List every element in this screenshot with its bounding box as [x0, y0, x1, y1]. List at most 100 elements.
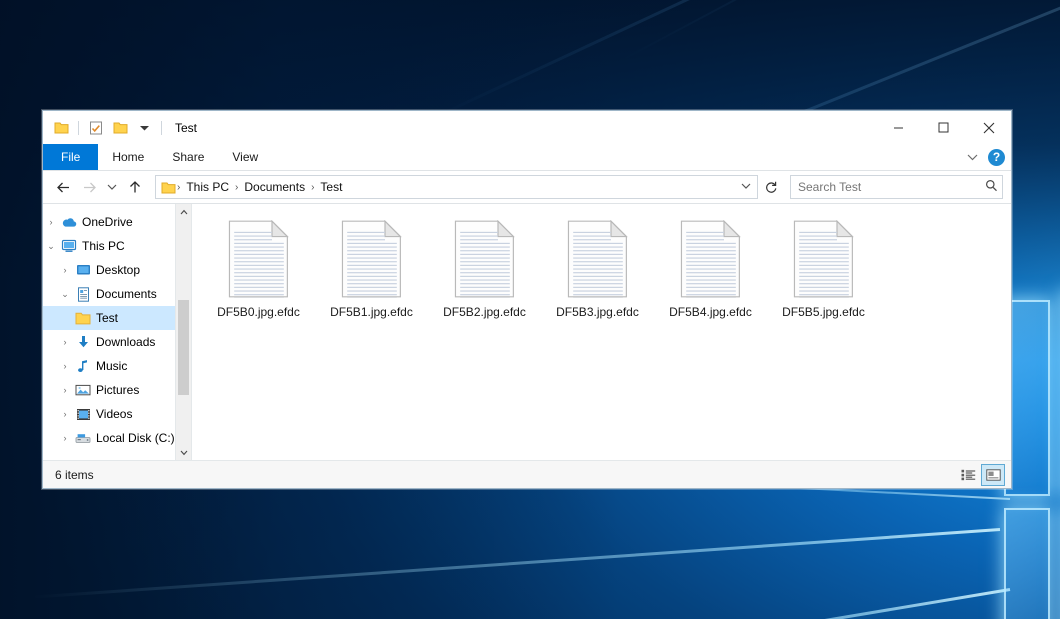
file-list-area[interactable]: DF5B0.jpg.efdc DF5B1.jpg.efdc DF5B2.jpg.ef…: [192, 204, 1011, 460]
search-placeholder: Search Test: [798, 180, 985, 194]
chevron-right-icon[interactable]: ›: [57, 361, 73, 371]
file-name-label: DF5B4.jpg.efdc: [669, 305, 752, 319]
file-name-label: DF5B0.jpg.efdc: [217, 305, 300, 319]
windows-logo-pane: [1004, 508, 1050, 619]
sidebar-item-downloads[interactable]: › Downloads: [43, 330, 191, 354]
file-item[interactable]: DF5B2.jpg.efdc: [428, 218, 541, 319]
large-icons-view-button[interactable]: [981, 464, 1005, 486]
sidebar-item-local-disk-c[interactable]: › Local Disk (C:): [43, 426, 191, 450]
toolbar-separator: [78, 121, 79, 135]
generic-document-icon: [567, 220, 629, 298]
scrollbar-thumb[interactable]: [178, 300, 189, 395]
tab-file[interactable]: File: [43, 144, 98, 170]
sidebar-item-this-pc[interactable]: ⌄ This PC: [43, 234, 191, 258]
generic-document-icon: [680, 220, 742, 298]
music-note-icon: [73, 359, 93, 373]
desktop-monitor-icon: [73, 264, 93, 276]
sidebar-item-label: Documents: [93, 287, 157, 301]
file-item[interactable]: DF5B4.jpg.efdc: [654, 218, 767, 319]
sidebar-item-test[interactable]: Test: [43, 306, 191, 330]
chevron-down-icon[interactable]: [134, 118, 154, 138]
file-item[interactable]: DF5B5.jpg.efdc: [767, 218, 880, 319]
sidebar-item-desktop[interactable]: › Desktop: [43, 258, 191, 282]
navigation-pane-scrollbar[interactable]: [175, 204, 191, 460]
window-title: Test: [175, 121, 197, 135]
folder-icon[interactable]: [51, 118, 71, 138]
ribbon-right-controls: ?: [967, 144, 1005, 170]
file-grid: DF5B0.jpg.efdc DF5B1.jpg.efdc DF5B2.jpg.ef…: [202, 218, 1011, 319]
chevron-right-icon[interactable]: ›: [57, 265, 73, 275]
chevron-right-icon[interactable]: ›: [57, 409, 73, 419]
new-folder-icon[interactable]: [110, 118, 130, 138]
title-bar: Test: [43, 111, 1011, 144]
maximize-button[interactable]: [921, 111, 966, 144]
sidebar-item-label: Desktop: [93, 263, 140, 277]
hard-disk-icon: [73, 432, 93, 444]
breadcrumb-item-test[interactable]: Test: [315, 180, 347, 194]
sidebar-item-label: Music: [93, 359, 127, 373]
downloads-arrow-icon: [73, 335, 93, 349]
properties-checkbox-icon[interactable]: [86, 118, 106, 138]
toolbar-separator: [161, 121, 162, 135]
ribbon-tab-bar: File Home Share View ?: [43, 144, 1011, 171]
documents-icon: [73, 287, 93, 302]
status-bar: 6 items: [43, 460, 1011, 488]
pictures-icon: [73, 384, 93, 396]
generic-document-icon: [454, 220, 516, 298]
this-pc-monitor-icon: [59, 239, 79, 253]
chevron-down-icon[interactable]: ⌄: [43, 241, 59, 252]
sidebar-item-music[interactable]: › Music: [43, 354, 191, 378]
quick-access-toolbar: [43, 118, 165, 138]
sidebar-item-videos[interactable]: › Videos: [43, 402, 191, 426]
minimize-button[interactable]: [876, 111, 921, 144]
window-body: › OneDrive ⌄ This PC: [43, 203, 1011, 460]
file-explorer-window: Test File Home Share View ?: [42, 110, 1012, 489]
tab-home[interactable]: Home: [98, 144, 158, 170]
sidebar-item-documents[interactable]: ⌄ Documents: [43, 282, 191, 306]
scroll-down-button[interactable]: [176, 445, 191, 460]
address-bar: › This PC › Documents › Test Search Test: [43, 171, 1011, 203]
details-view-button[interactable]: [957, 465, 979, 485]
chevron-right-icon[interactable]: ›: [57, 337, 73, 347]
refresh-button[interactable]: [760, 176, 782, 198]
sidebar-item-pictures[interactable]: › Pictures: [43, 378, 191, 402]
sidebar-item-label: Videos: [93, 407, 132, 421]
chevron-down-icon[interactable]: ⌄: [57, 289, 73, 300]
file-item[interactable]: DF5B3.jpg.efdc: [541, 218, 654, 319]
close-button[interactable]: [966, 111, 1011, 144]
breadcrumb-item-documents[interactable]: Documents: [239, 180, 310, 194]
scrollbar-track[interactable]: [176, 219, 191, 445]
item-count-label: 6 items: [55, 468, 94, 482]
onedrive-cloud-icon: [59, 216, 79, 228]
up-button[interactable]: [123, 175, 147, 199]
chevron-right-icon[interactable]: ›: [57, 385, 73, 395]
forward-button[interactable]: [77, 175, 101, 199]
generic-document-icon: [228, 220, 290, 298]
chevron-right-icon[interactable]: ›: [43, 217, 59, 227]
chevron-down-icon[interactable]: [967, 150, 978, 164]
recent-locations-button[interactable]: [103, 175, 121, 199]
help-icon[interactable]: ?: [988, 149, 1005, 166]
generic-document-icon: [341, 220, 403, 298]
window-controls: [876, 111, 1011, 144]
chevron-right-icon[interactable]: ›: [57, 433, 73, 443]
breadcrumb[interactable]: › This PC › Documents › Test: [155, 175, 758, 199]
view-mode-buttons: [957, 464, 1005, 486]
scroll-up-button[interactable]: [176, 204, 191, 219]
file-name-label: DF5B1.jpg.efdc: [330, 305, 413, 319]
tab-view[interactable]: View: [218, 144, 272, 170]
sidebar-item-onedrive[interactable]: › OneDrive: [43, 210, 191, 234]
file-item[interactable]: DF5B0.jpg.efdc: [202, 218, 315, 319]
sidebar-item-label: Pictures: [93, 383, 139, 397]
back-button[interactable]: [51, 175, 75, 199]
videos-film-icon: [73, 408, 93, 421]
breadcrumb-folder-icon: [161, 181, 176, 194]
chevron-down-icon[interactable]: [737, 182, 755, 193]
search-input[interactable]: Search Test: [790, 175, 1003, 199]
search-icon[interactable]: [985, 179, 998, 195]
file-name-label: DF5B5.jpg.efdc: [782, 305, 865, 319]
file-item[interactable]: DF5B1.jpg.efdc: [315, 218, 428, 319]
tab-share[interactable]: Share: [158, 144, 218, 170]
file-name-label: DF5B2.jpg.efdc: [443, 305, 526, 319]
breadcrumb-item-this-pc[interactable]: This PC: [181, 180, 234, 194]
